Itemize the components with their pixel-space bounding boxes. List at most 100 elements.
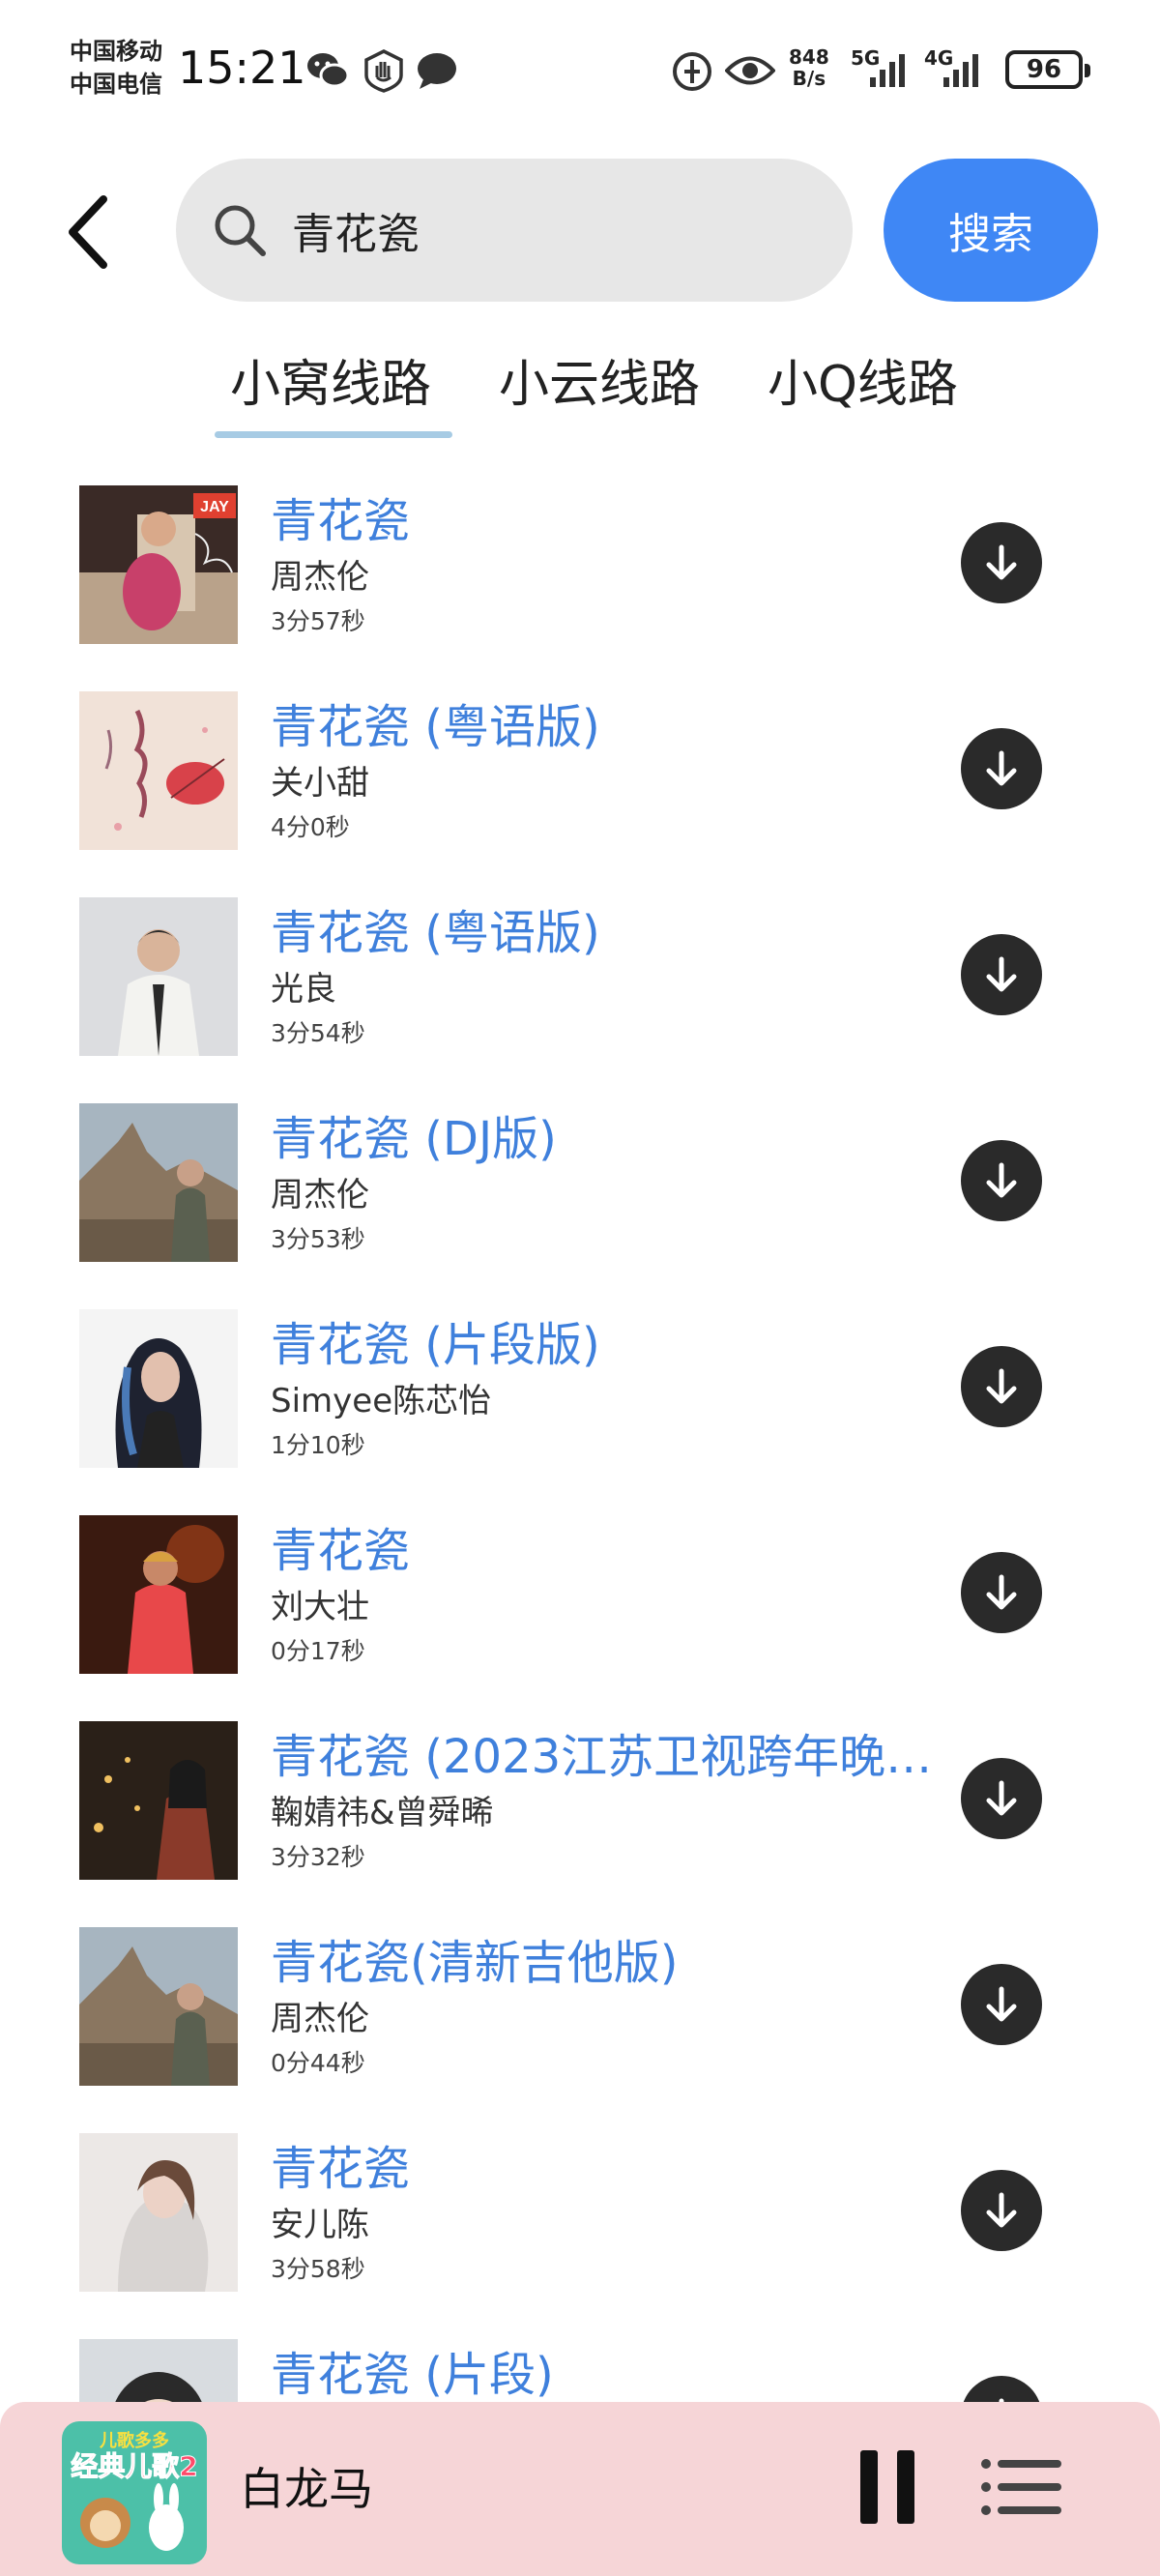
eye-icon	[725, 56, 775, 85]
source-tabs: 小窝线路 小云线路 小Q线路	[0, 338, 1160, 445]
pause-icon-bar	[860, 2450, 878, 2524]
album-cover	[79, 691, 238, 850]
song-duration: 3分53秒	[271, 1225, 365, 1253]
now-playing-bar[interactable]: 儿歌多多 经典儿歌2 白龙马	[0, 2402, 1160, 2576]
song-duration: 3分58秒	[271, 2255, 365, 2283]
download-button[interactable]	[961, 934, 1042, 1015]
arrow-down-icon	[986, 750, 1017, 786]
carrier-labels: 中国移动 中国电信	[70, 35, 162, 101]
song-artist: 刘大壮	[271, 1588, 369, 1626]
arrow-down-icon	[986, 544, 1017, 580]
download-button[interactable]	[961, 2170, 1042, 2251]
svg-text:JAY: JAY	[200, 499, 229, 515]
search-input[interactable]	[292, 205, 795, 255]
playlist-icon[interactable]	[980, 2456, 1063, 2518]
song-title: 青花瓷 (DJ版)	[271, 1112, 557, 1166]
song-artist: 周杰伦	[271, 558, 369, 597]
now-playing-title: 白龙马	[240, 2463, 373, 2515]
album-cover	[79, 897, 238, 1056]
song-item[interactable]: 青花瓷 (粤语版) 关小甜 4分0秒	[0, 670, 1160, 876]
song-item[interactable]: 青花瓷 (粤语版) 光良 3分54秒	[0, 876, 1160, 1082]
search-button[interactable]: 搜索	[884, 159, 1098, 302]
song-title: 青花瓷(清新吉他版)	[271, 1936, 679, 1990]
song-duration: 3分32秒	[271, 1843, 365, 1871]
back-button[interactable]	[54, 184, 122, 280]
battery-indicator: 96	[1005, 50, 1090, 89]
active-tab-indicator	[215, 431, 452, 438]
song-artist: 安儿陈	[271, 2206, 369, 2244]
net-speed-value: 848	[789, 45, 829, 69]
pause-button[interactable]	[860, 2450, 914, 2524]
song-duration: 4分0秒	[271, 813, 350, 841]
arrow-down-icon	[986, 956, 1017, 992]
wechat-icon	[307, 53, 350, 88]
song-title: 青花瓷 (片段版)	[271, 1318, 600, 1372]
tab-xiaoyun[interactable]: 小云线路	[499, 338, 700, 431]
carrier-2: 中国电信	[70, 71, 162, 98]
search-icon	[209, 199, 271, 261]
download-button[interactable]	[961, 1552, 1042, 1633]
song-artist: 周杰伦	[271, 1176, 369, 1215]
now-playing-cover: 儿歌多多 经典儿歌2	[62, 2421, 207, 2564]
data-saver-icon	[673, 52, 711, 91]
album-cover	[79, 1309, 238, 1468]
arrow-down-icon	[986, 1986, 1017, 2022]
album-cover	[79, 1515, 238, 1674]
message-icon	[418, 53, 456, 89]
song-list[interactable]: JAY 青花瓷 周杰伦 3分57秒 青花瓷 (粤语版) 关小甜 4分0秒 青花瓷…	[0, 464, 1160, 2408]
song-artist: 鞠婧祎&曾舜晞	[271, 1794, 494, 1832]
song-title: 青花瓷	[271, 494, 411, 548]
song-item[interactable]: 青花瓷 (2023江苏卫视跨年晚会) 鞠婧祎&曾舜晞 3分32秒	[0, 1700, 1160, 1906]
song-title: 青花瓷 (片段)	[271, 2348, 554, 2402]
song-duration: 0分17秒	[271, 1637, 365, 1665]
hand-shield-icon	[364, 49, 403, 93]
song-title: 青花瓷 (粤语版)	[271, 700, 600, 754]
search-box[interactable]	[176, 159, 853, 302]
song-artist: Simyee陈芯怡	[271, 1382, 492, 1420]
album-cover	[79, 2339, 238, 2408]
song-title: 青花瓷 (2023江苏卫视跨年晚会)	[271, 1730, 938, 1784]
song-item[interactable]: 青花瓷 (片段)	[0, 2318, 1160, 2408]
song-artist: 关小甜	[271, 764, 369, 803]
download-button[interactable]	[961, 728, 1042, 809]
song-title: 青花瓷	[271, 1524, 411, 1578]
signal-bars-icon	[870, 54, 905, 87]
song-item[interactable]: 青花瓷 安儿陈 3分58秒	[0, 2112, 1160, 2318]
album-cover	[79, 1103, 238, 1262]
net-speed: 848 B/s	[789, 46, 829, 89]
song-item[interactable]: 青花瓷(清新吉他版) 周杰伦 0分44秒	[0, 1906, 1160, 2112]
tab-xiaowo[interactable]: 小窝线路	[230, 338, 431, 431]
tab-xiaoq[interactable]: 小Q线路	[768, 338, 958, 431]
arrow-down-icon	[986, 1368, 1017, 1404]
song-item[interactable]: 青花瓷 (片段版) Simyee陈芯怡 1分10秒	[0, 1288, 1160, 1494]
song-title: 青花瓷 (粤语版)	[271, 906, 600, 960]
song-duration: 3分57秒	[271, 607, 365, 635]
carrier-1: 中国移动	[70, 38, 162, 65]
album-cover	[79, 2133, 238, 2292]
download-button[interactable]	[961, 1758, 1042, 1839]
download-button[interactable]	[961, 1346, 1042, 1427]
signal-bars-icon	[943, 54, 978, 87]
song-title: 青花瓷	[271, 2142, 411, 2196]
song-item[interactable]: JAY 青花瓷 周杰伦 3分57秒	[0, 464, 1160, 670]
song-duration: 1分10秒	[271, 1431, 365, 1459]
song-item[interactable]: 青花瓷 刘大壮 0分17秒	[0, 1494, 1160, 1700]
song-duration: 3分54秒	[271, 1019, 365, 1047]
net-speed-unit: B/s	[792, 67, 826, 90]
chevron-left-icon	[69, 195, 107, 269]
status-bar: 中国移动 中国电信 15:21 848 B/s 5G 4G 96	[0, 0, 1160, 145]
download-button[interactable]	[961, 522, 1042, 603]
song-artist: 光良	[271, 970, 336, 1009]
pause-icon-bar	[897, 2450, 914, 2524]
arrow-down-icon	[986, 1162, 1017, 1198]
cover-label-1: 儿歌多多	[99, 2430, 169, 2451]
album-cover	[79, 1927, 238, 2086]
song-artist: 周杰伦	[271, 2000, 369, 2038]
album-cover: JAY	[79, 485, 238, 644]
status-time: 15:21	[178, 42, 306, 94]
download-button[interactable]	[961, 1964, 1042, 2045]
arrow-down-icon	[986, 1780, 1017, 1816]
arrow-down-icon	[986, 1574, 1017, 1610]
download-button[interactable]	[961, 1140, 1042, 1221]
song-item[interactable]: 青花瓷 (DJ版) 周杰伦 3分53秒	[0, 1082, 1160, 1288]
